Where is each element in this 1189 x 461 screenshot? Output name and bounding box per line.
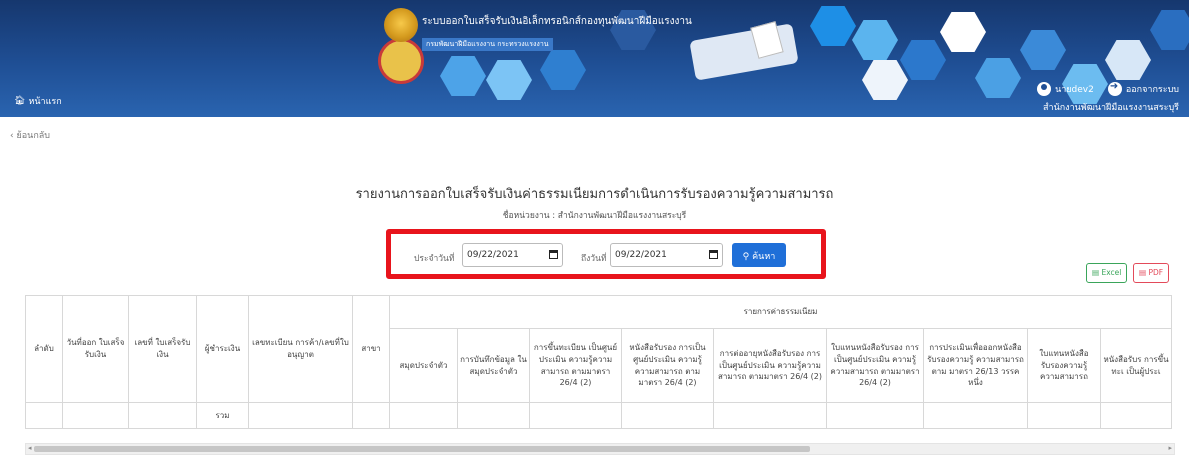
- hex-decor: [440, 56, 486, 96]
- department-emblem: [384, 8, 418, 42]
- col-header: สาขา: [352, 295, 390, 403]
- fee-col-header: การประเมินเพื่อออกหนังสือ รับรองความรู้ …: [923, 328, 1028, 403]
- hex-decor: [862, 60, 908, 100]
- hex-decor: [1150, 10, 1189, 50]
- department-seal: [378, 38, 424, 84]
- username[interactable]: นายdev2: [1055, 82, 1094, 96]
- user-panel: นายdev2 ออกจากระบบ สำนักงานพัฒนาฝีมือแรง…: [1037, 81, 1179, 114]
- calendar-icon[interactable]: [709, 250, 718, 259]
- search-icon: ⚲: [742, 252, 750, 262]
- col-header: ลำดับ: [25, 295, 63, 403]
- date-to-label: ถึงวันที่: [581, 254, 607, 264]
- hex-decor: [486, 60, 532, 100]
- hex-decor: [900, 40, 946, 80]
- col-header: เลขที่ ใบเสร็จรับเงิน: [128, 295, 197, 403]
- total-label: รวม: [196, 402, 249, 429]
- fee-col-header: การบันทึกข้อมูล ในสมุดประจำตัว: [457, 328, 530, 403]
- chevron-left-icon: ‹: [10, 131, 14, 141]
- office-name: สำนักงานพัฒนาฝีมือแรงงานสระบุรี: [1043, 103, 1179, 113]
- fee-col-header: ใบแทนหนังสือ รับรองความรู้ ความสามารถ: [1027, 328, 1101, 403]
- excel-icon: ▤: [1092, 268, 1100, 277]
- col-header: เลขทะเบียน การค้า/เลขที่ใบอนุญาต: [248, 295, 353, 403]
- fee-col-header: หนังสือรับรอง การเป็นศูนย์ประเมิน ความรู…: [621, 328, 714, 403]
- horizontal-scrollbar[interactable]: ◂ ▸: [25, 443, 1175, 455]
- scroll-left-icon[interactable]: ◂: [28, 444, 32, 452]
- hex-decor: [810, 6, 856, 46]
- scroll-right-icon[interactable]: ▸: [1168, 444, 1172, 452]
- pdf-icon: ▤: [1139, 268, 1147, 277]
- date-filter-box: ประจำวันที่ 09/22/2021 ถึงวันที่ 09/22/2…: [386, 229, 826, 279]
- hex-decor: [852, 20, 898, 60]
- home-icon: 🏠︎: [14, 96, 26, 106]
- calendar-icon[interactable]: [549, 250, 558, 259]
- hex-decor: [1020, 30, 1066, 70]
- hex-decor: [975, 58, 1021, 98]
- fee-col-header: ใบแทนหนังสือรับรอง การเป็นศูนย์ประเมิน ค…: [826, 328, 924, 403]
- date-from-label: ประจำวันที่: [414, 254, 455, 264]
- fee-report-table: ลำดับ วันที่ออก ใบเสร็จรับเงิน เลขที่ ใบ…: [25, 295, 1172, 429]
- scrollbar-thumb[interactable]: [34, 446, 810, 452]
- user-icon: [1037, 82, 1052, 96]
- system-title: ระบบออกใบเสร็จรับเงินอิเล็กทรอนิกส์กองทุ…: [422, 16, 692, 27]
- header-banner: ระบบออกใบเสร็จรับเงินอิเล็กทรอนิกส์กองทุ…: [0, 0, 1189, 117]
- col-header: ผู้ชำระเงิน: [196, 295, 249, 403]
- hex-decor: [540, 50, 586, 90]
- search-button[interactable]: ⚲ ค้นหา: [732, 243, 786, 267]
- date-to-input[interactable]: 09/22/2021: [610, 243, 723, 267]
- logout-link[interactable]: ออกจากระบบ: [1126, 82, 1179, 96]
- hex-decor: [1105, 40, 1151, 80]
- fee-group-header: รายการค่าธรรมเนียม: [389, 295, 1172, 329]
- fee-col-header: การขึ้นทะเบียน เป็นศูนย์ประเมิน ความรู้ค…: [529, 328, 622, 403]
- col-header: วันที่ออก ใบเสร็จรับเงิน: [62, 295, 129, 403]
- fee-col-header: การต่ออายุหนังสือรับรอง การเป็นศูนย์ประเ…: [713, 328, 827, 403]
- page-title: รายงานการออกใบเสร็จรับเงินค่าธรรมเนียมกา…: [355, 187, 834, 202]
- fee-col-header: หนังสือรับร การขึ้นทะเ เป็นผู้ประเ: [1100, 328, 1172, 403]
- logout-icon[interactable]: [1107, 81, 1122, 96]
- hex-decor: [940, 12, 986, 52]
- home-link[interactable]: 🏠︎ หน้าแรก: [14, 94, 62, 108]
- fee-col-header: สมุดประจำตัว: [389, 328, 458, 403]
- back-link[interactable]: ‹ ย้อนกลับ: [10, 128, 50, 142]
- agency-line: ชื่อหน่วยงาน : สำนักงานพัฒนาฝีมือแรงงานส…: [502, 211, 687, 221]
- export-pdf-button[interactable]: ▤ PDF: [1133, 263, 1170, 283]
- total-row: รวม: [25, 402, 1172, 429]
- date-from-input[interactable]: 09/22/2021: [462, 243, 563, 267]
- department-name: กรมพัฒนาฝีมือแรงงาน กระทรวงแรงงาน: [422, 38, 553, 51]
- home-label: หน้าแรก: [28, 97, 62, 107]
- export-excel-button[interactable]: ▤ Excel: [1086, 263, 1128, 283]
